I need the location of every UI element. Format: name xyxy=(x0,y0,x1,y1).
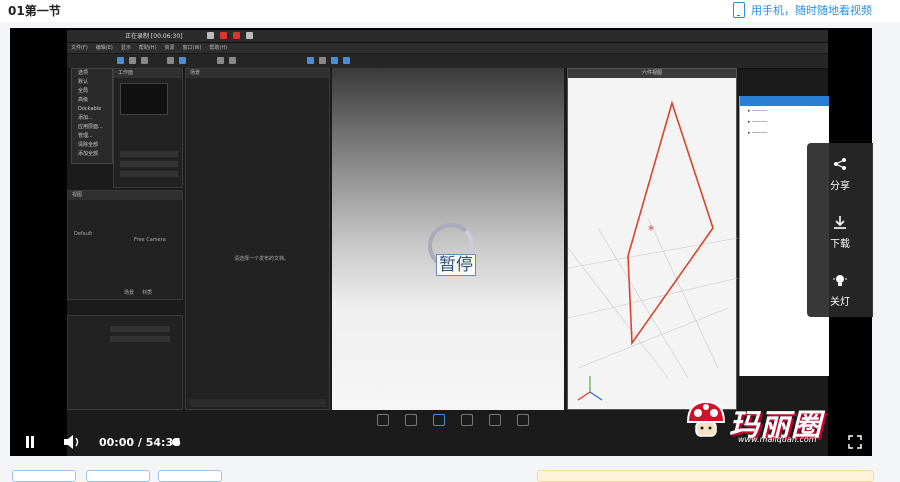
recording-toolbar: 正在录制 [00:06:30] xyxy=(67,30,828,43)
tool-icon xyxy=(117,57,124,64)
app-menu-item: 显示 xyxy=(120,45,131,51)
app-menubar: 文件(F) 编辑(E) 显示 帮助(H) 资源 窗口(W) 帮助(H) xyxy=(67,43,828,53)
context-menu-item: 管理... xyxy=(78,133,93,139)
app-menu-item: 帮助(H) xyxy=(209,45,228,51)
lesson-tab-button[interactable] xyxy=(12,470,76,482)
properties-panel xyxy=(67,315,183,410)
status-text: 请选择一个发布的文档。 xyxy=(234,256,290,262)
context-menu-item: 默认 xyxy=(78,79,89,85)
lights-off-button[interactable]: 关灯 xyxy=(807,259,873,317)
context-menu-item: 应用层面... xyxy=(78,124,103,130)
wireframe-view: 六件视图 * xyxy=(567,68,738,410)
panel-title: 视图 xyxy=(68,191,182,200)
tab-material: 材质 xyxy=(142,290,153,296)
watermark-url: www.maliquan.com xyxy=(738,435,817,444)
panel-title: 场景 xyxy=(186,69,329,78)
time-separator: / xyxy=(137,436,142,449)
share-icon xyxy=(834,158,846,170)
tab-scene: 场景 xyxy=(124,290,135,296)
tool-icon xyxy=(319,57,326,64)
watch-on-mobile-link[interactable]: 用手机，随时随地看视频 xyxy=(733,2,872,18)
share-button[interactable]: 分享 xyxy=(807,143,873,201)
lights-off-label: 关灯 xyxy=(830,297,850,308)
tool-icon xyxy=(229,57,236,64)
context-menu-item: Dockable xyxy=(78,106,102,112)
lesson-tab-button[interactable] xyxy=(158,470,222,482)
progress-handle[interactable] xyxy=(172,438,180,446)
phone-icon xyxy=(733,2,745,18)
panel-title: 工作面 xyxy=(114,69,182,78)
context-menu-item: 清除全部 xyxy=(78,142,99,148)
page-header: 01第一节 用手机，随时随地看视频 xyxy=(0,0,900,22)
pause-record-icon xyxy=(233,32,240,39)
pivot-marker: * xyxy=(648,223,654,237)
share-label: 分享 xyxy=(830,181,850,192)
scene-tree-panel: 视图 Default Free Camera 场景 材质 xyxy=(67,190,183,300)
watch-on-mobile-label: 用手机，随时随地看视频 xyxy=(751,4,872,17)
promo-banner[interactable] xyxy=(537,470,874,482)
viewport-tabs xyxy=(377,414,529,426)
axis-gizmo xyxy=(577,376,603,401)
app-menu-item: 窗口(W) xyxy=(182,45,202,51)
current-time: 00:00 xyxy=(99,436,135,449)
watermark-logo: 玛丽圈 www.maliquan.com xyxy=(684,398,874,448)
tool-icon xyxy=(167,57,174,64)
lesson-tab-button[interactable] xyxy=(86,470,150,482)
camera-icon xyxy=(246,32,253,39)
scene-panel: 场景 请选择一个发布的文档。 xyxy=(185,68,330,410)
tab-icon xyxy=(405,414,417,426)
stop-icon xyxy=(220,32,227,39)
default-item: Default xyxy=(74,231,93,237)
context-menu-item: 全局 xyxy=(78,88,89,94)
tool-icon xyxy=(307,57,314,64)
app-menu-item: 帮助(H) xyxy=(138,45,157,51)
pause-button[interactable] xyxy=(25,436,35,448)
tab-icon xyxy=(461,414,473,426)
download-label: 下载 xyxy=(830,239,850,250)
share-side-menu: 分享 下载 关灯 xyxy=(807,143,873,317)
context-menu: 选项 默认 全局 高级 Dockable 添加... 应用层面... 管理...… xyxy=(71,68,113,164)
context-menu-item: 添加... xyxy=(78,115,93,121)
pen-icon xyxy=(207,32,214,39)
tab-icon xyxy=(489,414,501,426)
app-toolbar xyxy=(67,54,828,69)
download-button[interactable]: 下载 xyxy=(807,201,873,259)
tab-icon xyxy=(377,414,389,426)
tab-icon xyxy=(433,414,445,426)
wireframe-canvas: * xyxy=(568,100,738,401)
video-player[interactable]: 正在录制 [00:06:30] 文件(F) 编辑(E) 显示 帮助(H) 资源 … xyxy=(10,28,872,456)
volume-icon[interactable] xyxy=(64,435,82,449)
app-menu-item: 资源 xyxy=(164,45,175,51)
app-menu-item: 编辑(E) xyxy=(95,45,113,51)
pause-overlay-label: 暂停 xyxy=(436,254,476,276)
tool-icon xyxy=(129,57,136,64)
panel-title: 六件视图 xyxy=(568,69,736,78)
mushroom-logo-icon xyxy=(686,400,726,437)
lightbulb-icon xyxy=(833,275,847,286)
download-icon xyxy=(834,216,846,229)
work-area-panel: 工作面 xyxy=(113,68,183,188)
free-camera-item: Free Camera xyxy=(134,237,166,243)
app-menu-item: 文件(F) xyxy=(71,45,88,51)
tool-icon xyxy=(217,57,224,64)
tool-icon xyxy=(179,57,186,64)
tab-icon xyxy=(517,414,529,426)
lesson-title: 01第一节 xyxy=(8,4,61,18)
tool-icon xyxy=(331,57,338,64)
context-menu-item: 选项 xyxy=(78,70,89,76)
tool-icon xyxy=(141,57,148,64)
time-display: 00:00 / 54:36 xyxy=(99,436,181,449)
wireframe-shape xyxy=(627,100,714,346)
context-menu-item: 添加全部 xyxy=(78,151,99,157)
context-menu-item: 高级 xyxy=(78,97,89,103)
recording-status: 正在录制 [00:06:30] xyxy=(125,33,183,40)
tool-icon xyxy=(343,57,350,64)
